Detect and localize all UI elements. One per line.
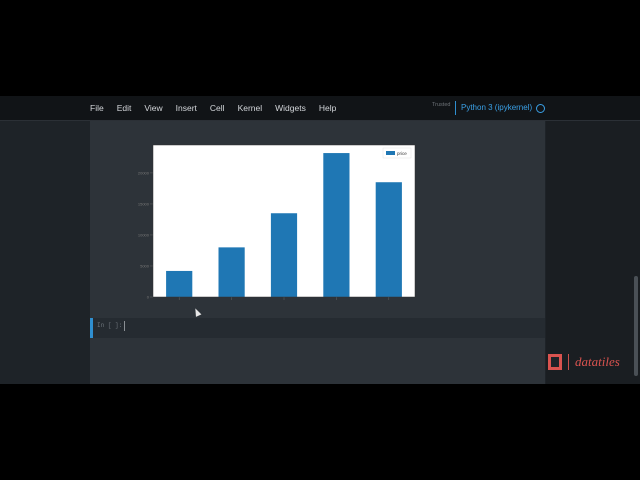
y-tick-label: 5000 bbox=[140, 263, 150, 268]
bar bbox=[375, 182, 402, 297]
right-gutter bbox=[546, 121, 640, 384]
bar bbox=[323, 153, 350, 297]
scrollbar[interactable] bbox=[634, 276, 638, 376]
kernel-divider bbox=[455, 101, 456, 115]
y-tick-label: 0 bbox=[147, 295, 150, 300]
menu-widgets[interactable]: Widgets bbox=[275, 103, 306, 113]
trusted-indicator[interactable]: Trusted bbox=[432, 102, 450, 108]
y-tick-label: 10000 bbox=[138, 232, 150, 237]
menu: File Edit View Insert Cell Kernel Widget… bbox=[90, 96, 349, 120]
menu-bar: File Edit View Insert Cell Kernel Widget… bbox=[0, 96, 640, 121]
bar bbox=[166, 270, 193, 297]
menu-kernel[interactable]: Kernel bbox=[238, 103, 263, 113]
bar bbox=[270, 213, 298, 297]
datatiles-logo-icon bbox=[548, 354, 562, 370]
logo-separator bbox=[568, 354, 569, 370]
menu-file[interactable]: File bbox=[90, 103, 104, 113]
input-prompt: In [ ]: bbox=[97, 322, 123, 329]
text-cursor bbox=[124, 321, 125, 331]
menu-insert[interactable]: Insert bbox=[176, 103, 197, 113]
bar bbox=[218, 247, 245, 297]
y-tick-label: 20000 bbox=[138, 170, 150, 175]
legend-label: price bbox=[397, 151, 407, 156]
kernel-name[interactable]: Python 3 (ipykernel) bbox=[461, 103, 532, 112]
brand-name: datatiles bbox=[575, 354, 620, 369]
brand-logo: datatiles bbox=[548, 354, 620, 370]
input-cell[interactable] bbox=[90, 318, 545, 338]
bar-chart: 0 5000 10000 15000 20000 price bbox=[138, 144, 416, 300]
kernel-status-icon bbox=[536, 104, 545, 113]
notebook-window: File Edit View Insert Cell Kernel Widget… bbox=[0, 96, 640, 384]
menu-cell[interactable]: Cell bbox=[210, 103, 225, 113]
menu-help[interactable]: Help bbox=[319, 103, 336, 113]
legend: price bbox=[382, 147, 412, 159]
menu-view[interactable]: View bbox=[144, 103, 162, 113]
legend-swatch bbox=[386, 151, 395, 155]
menu-edit[interactable]: Edit bbox=[117, 103, 132, 113]
y-tick-label: 15000 bbox=[138, 201, 150, 206]
